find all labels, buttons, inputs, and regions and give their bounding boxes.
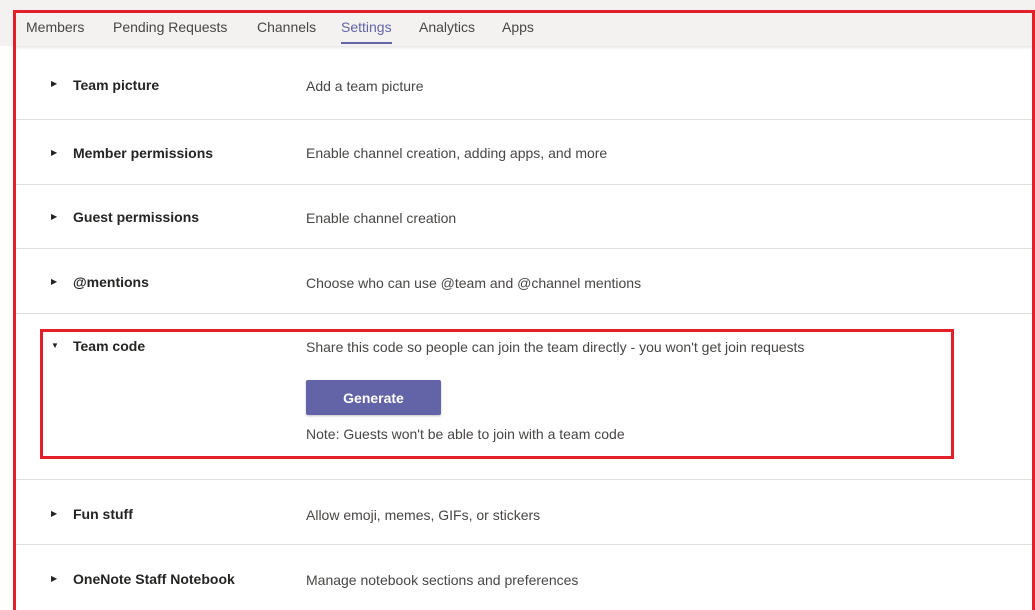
setting-header-team-code[interactable]: ▼ Team code Share this code so people ca… bbox=[16, 314, 1035, 355]
setting-row-onenote-staff-notebook: ▶ OneNote Staff Notebook Manage notebook… bbox=[16, 545, 1035, 609]
setting-title: Member permissions bbox=[73, 145, 214, 161]
settings-panel: ▶ Team picture Add a team picture ▶ Memb… bbox=[16, 46, 1035, 606]
tab-settings[interactable]: Settings bbox=[341, 19, 392, 44]
setting-header-onenote-staff-notebook[interactable]: ▶ OneNote Staff Notebook Manage notebook… bbox=[16, 545, 1035, 609]
setting-row-team-code: ▼ Team code Share this code so people ca… bbox=[16, 314, 1035, 480]
tab-channels[interactable]: Channels bbox=[257, 19, 316, 35]
caret-down-icon: ▼ bbox=[51, 341, 59, 350]
team-code-note: Note: Guests won't be able to join with … bbox=[306, 426, 625, 442]
setting-description: Allow emoji, memes, GIFs, or stickers bbox=[306, 507, 541, 523]
caret-right-icon: ▶ bbox=[51, 148, 58, 157]
setting-header-mentions[interactable]: ▶ @mentions Choose who can use @team and… bbox=[16, 249, 1035, 313]
tab-apps[interactable]: Apps bbox=[502, 19, 534, 35]
setting-description: Share this code so people can join the t… bbox=[306, 339, 805, 355]
setting-title: Fun stuff bbox=[73, 506, 133, 522]
tab-members[interactable]: Members bbox=[26, 19, 84, 35]
setting-row-fun-stuff: ▶ Fun stuff Allow emoji, memes, GIFs, or… bbox=[16, 480, 1035, 545]
caret-right-icon: ▶ bbox=[51, 574, 58, 583]
setting-description: Enable channel creation bbox=[306, 210, 457, 226]
caret-right-icon: ▶ bbox=[51, 79, 58, 88]
setting-title: Team code bbox=[73, 338, 146, 354]
setting-description: Add a team picture bbox=[306, 78, 424, 94]
setting-description: Choose who can use @team and @channel me… bbox=[306, 275, 642, 291]
setting-description: Manage notebook sections and preferences bbox=[306, 572, 579, 588]
setting-title: Team picture bbox=[73, 77, 160, 93]
setting-row-member-permissions: ▶ Member permissions Enable channel crea… bbox=[16, 120, 1035, 185]
generate-button[interactable]: Generate bbox=[306, 380, 441, 415]
setting-title: OneNote Staff Notebook bbox=[73, 571, 235, 587]
setting-title: @mentions bbox=[73, 274, 149, 290]
setting-row-mentions: ▶ @mentions Choose who can use @team and… bbox=[16, 249, 1035, 314]
tab-pending-requests[interactable]: Pending Requests bbox=[113, 19, 227, 35]
caret-right-icon: ▶ bbox=[51, 277, 58, 286]
setting-description: Enable channel creation, adding apps, an… bbox=[306, 145, 608, 161]
setting-row-guest-permissions: ▶ Guest permissions Enable channel creat… bbox=[16, 185, 1035, 249]
tab-analytics[interactable]: Analytics bbox=[419, 19, 475, 35]
tab-bar: Members Pending Requests Channels Settin… bbox=[0, 0, 1035, 46]
caret-right-icon: ▶ bbox=[51, 509, 58, 518]
setting-header-fun-stuff[interactable]: ▶ Fun stuff Allow emoji, memes, GIFs, or… bbox=[16, 480, 1035, 544]
setting-row-team-picture: ▶ Team picture Add a team picture bbox=[16, 46, 1035, 120]
setting-header-team-picture[interactable]: ▶ Team picture Add a team picture bbox=[16, 46, 1035, 119]
setting-header-guest-permissions[interactable]: ▶ Guest permissions Enable channel creat… bbox=[16, 185, 1035, 248]
setting-header-member-permissions[interactable]: ▶ Member permissions Enable channel crea… bbox=[16, 120, 1035, 184]
setting-title: Guest permissions bbox=[73, 209, 200, 225]
caret-right-icon: ▶ bbox=[51, 212, 58, 221]
